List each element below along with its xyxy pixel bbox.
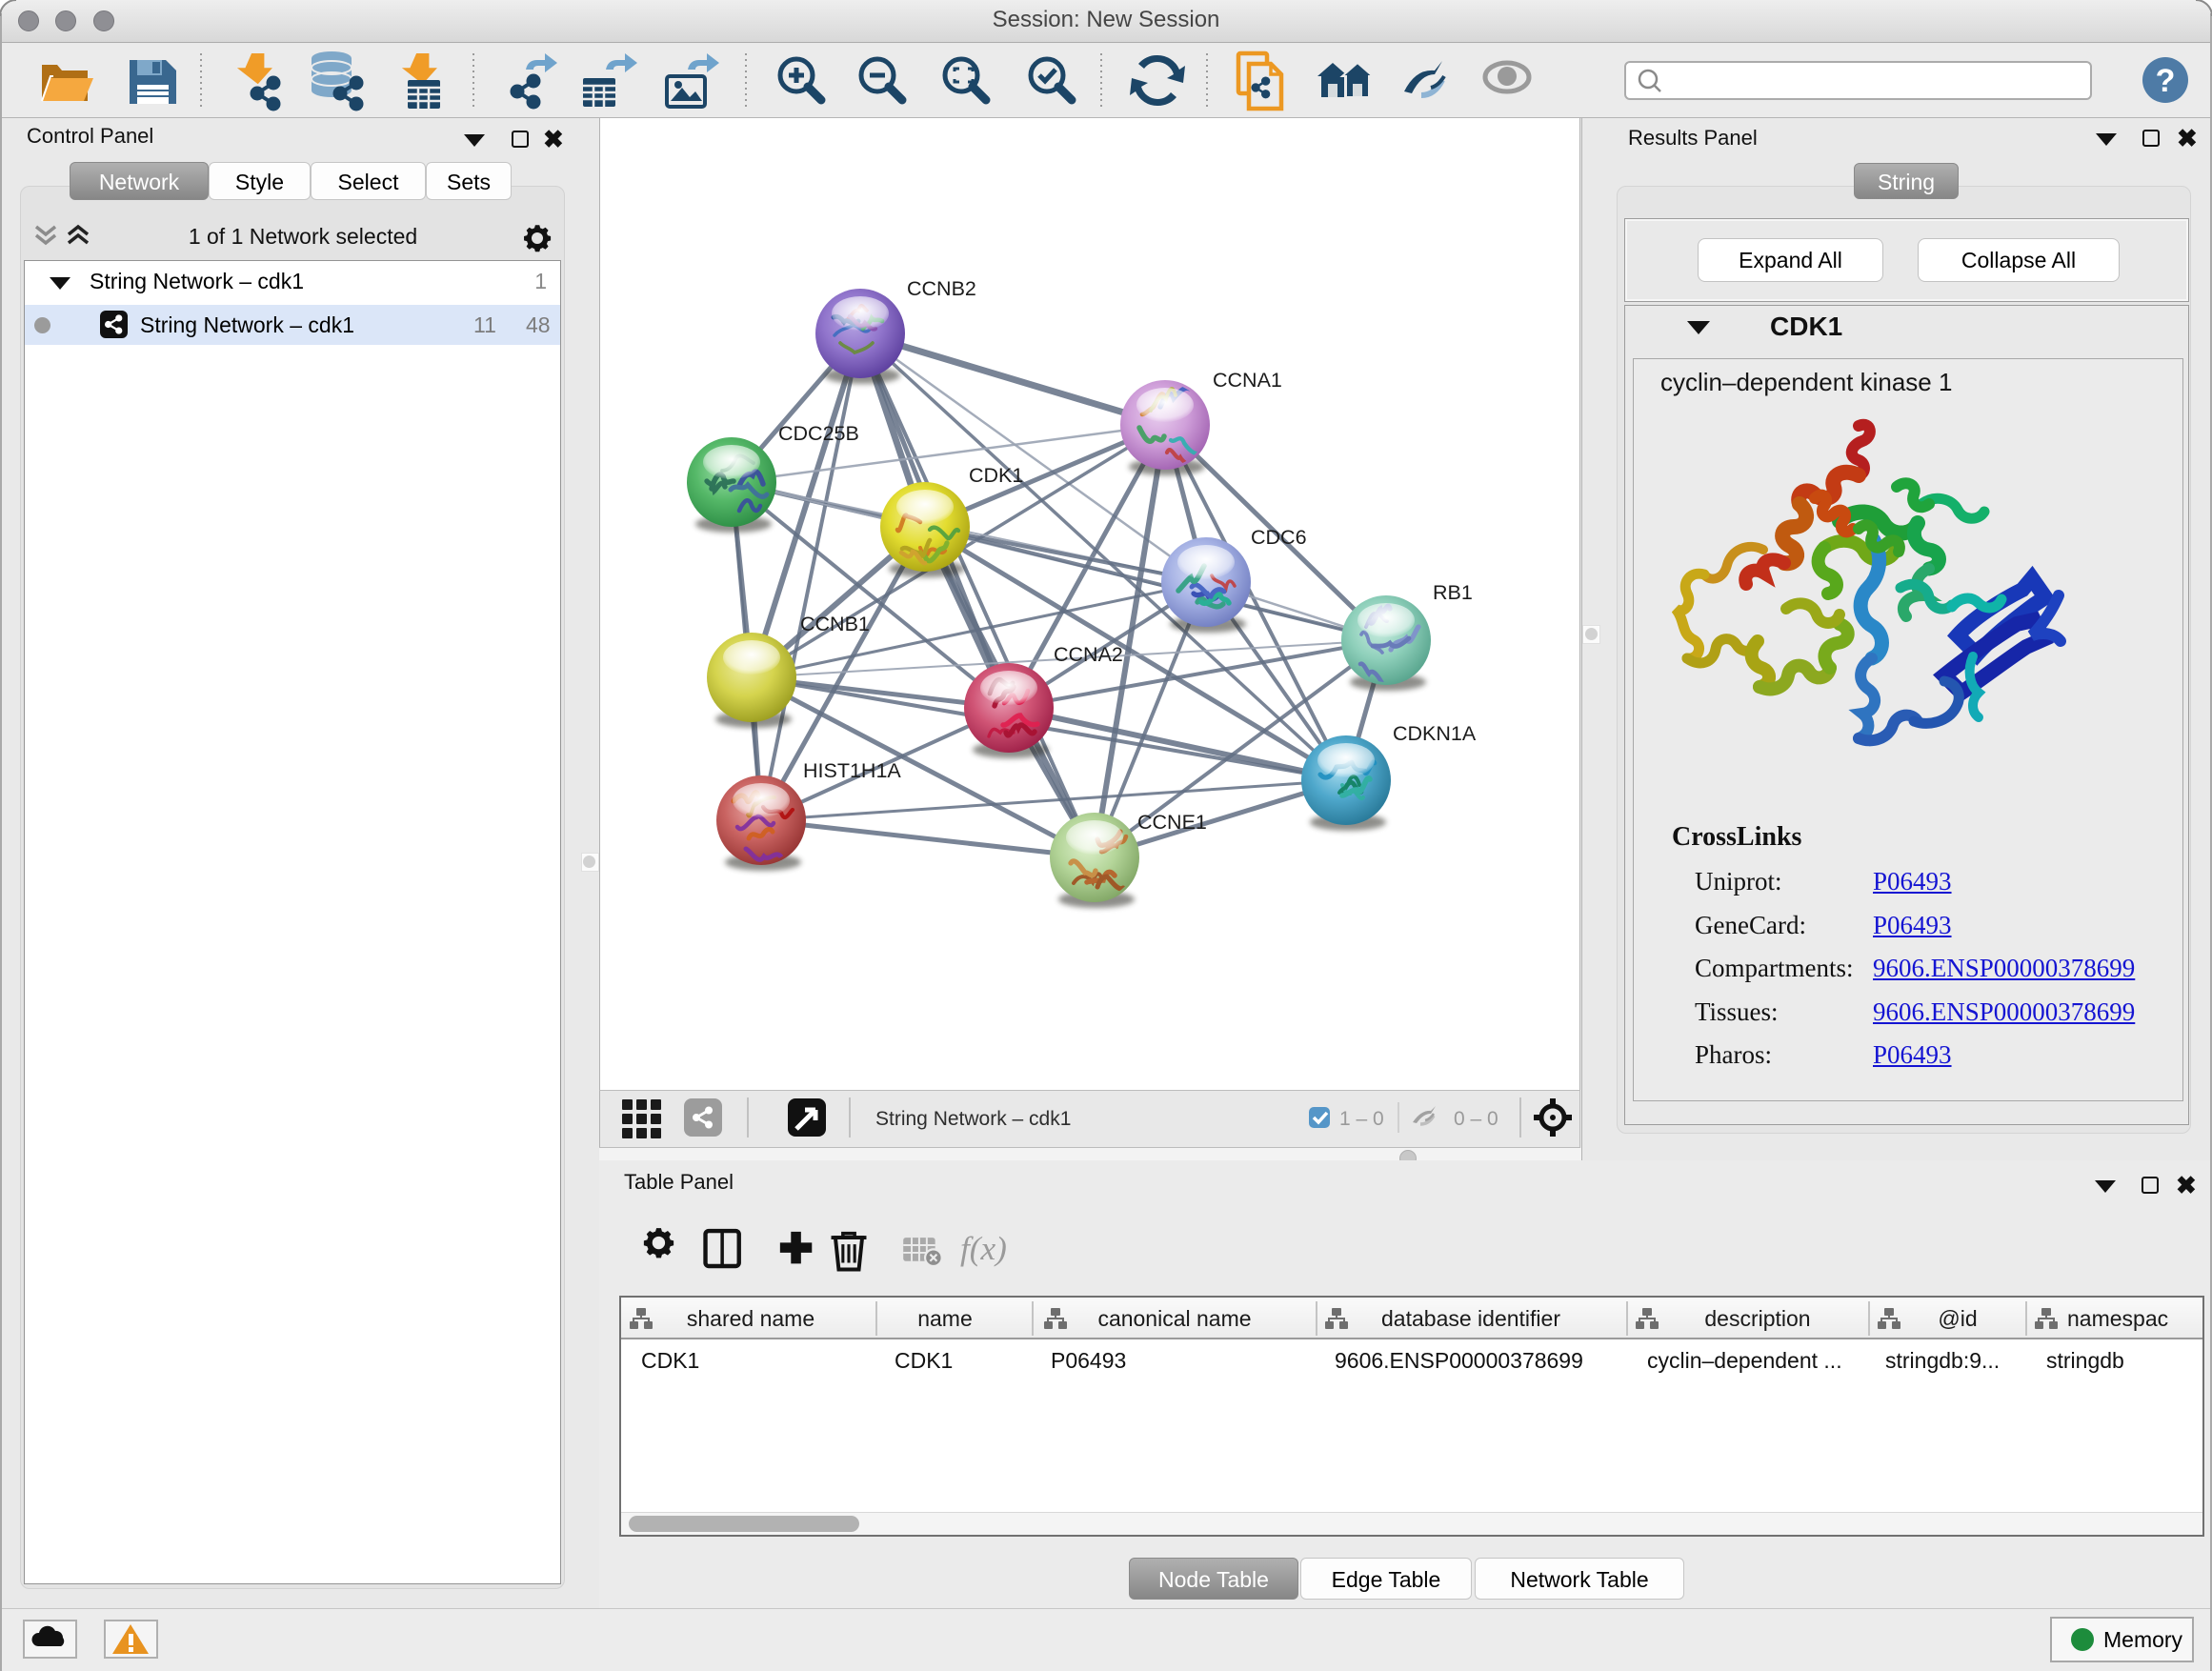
svg-text:CCNA1: CCNA1 [1213,369,1282,392]
svg-text:namespac: namespac [2067,1306,2168,1331]
svg-text:RB1: RB1 [1433,581,1473,604]
svg-text:HIST1H1A: HIST1H1A [803,759,901,782]
svg-text:CCNA2: CCNA2 [1054,643,1123,666]
svg-text:CCNB1: CCNB1 [800,613,870,635]
svg-text:CDC6: CDC6 [1251,526,1307,549]
svg-text:1 – 0: 1 – 0 [1339,1108,1384,1130]
svg-text:database identifier: database identifier [1381,1306,1560,1331]
svg-text:CDK1: CDK1 [969,464,1023,487]
svg-text:String Network – cdk1: String Network – cdk1 [875,1108,1071,1130]
svg-text:f(x): f(x) [960,1230,1007,1267]
svg-text:CCNB2: CCNB2 [907,277,976,300]
svg-text:description: description [1704,1306,1810,1331]
svg-text:?: ? [2156,63,2176,99]
svg-text:canonical name: canonical name [1097,1306,1251,1331]
svg-text:CDC25B: CDC25B [778,422,859,445]
svg-text:CCNE1: CCNE1 [1137,811,1207,834]
svg-text:shared name: shared name [687,1306,814,1331]
svg-text:0 – 0: 0 – 0 [1454,1108,1498,1130]
svg-text:name: name [917,1306,973,1331]
svg-text:CDKN1A: CDKN1A [1393,722,1477,745]
svg-text:@id: @id [1938,1306,1977,1331]
